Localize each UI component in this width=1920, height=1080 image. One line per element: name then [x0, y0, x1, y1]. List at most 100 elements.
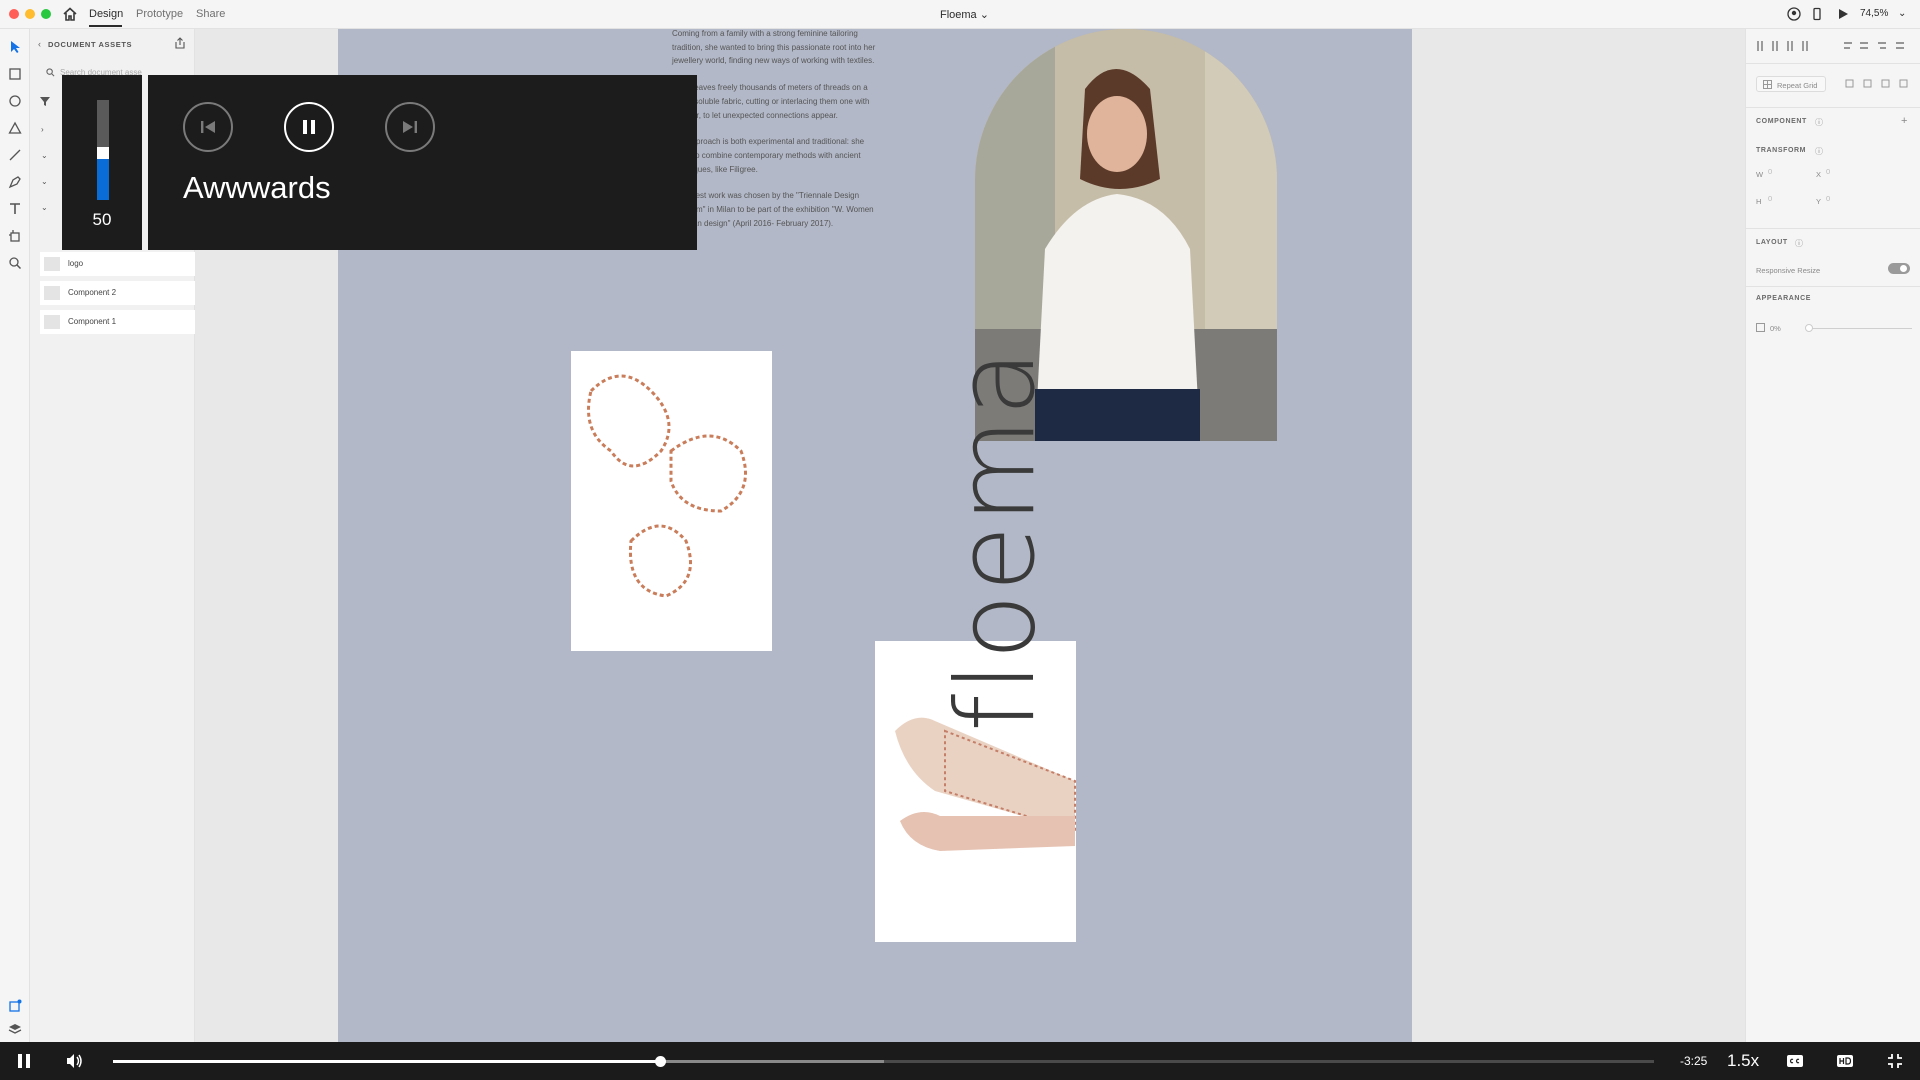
info-icon[interactable]: ⓘ	[1815, 146, 1823, 157]
close-window-button[interactable]	[9, 9, 19, 19]
tab-design[interactable]: Design	[89, 8, 123, 20]
repeat-grid-label: Repeat Grid	[1777, 81, 1818, 90]
component-item-component-2[interactable]: Component 2	[40, 281, 215, 305]
hd-quality-icon[interactable]	[1836, 1052, 1854, 1070]
width-label: W	[1756, 170, 1764, 179]
bio-paragraph: She weaves freely thousands of meters of…	[672, 83, 870, 120]
layout-section-label: LAYOUT	[1756, 239, 1788, 246]
next-track-button[interactable]	[385, 102, 435, 152]
bio-text-block[interactable]: Coming from a family with a strong femin…	[672, 29, 882, 243]
responsive-resize-toggle[interactable]	[1888, 263, 1910, 274]
filter-icon[interactable]	[38, 94, 52, 108]
x-label: X	[1816, 170, 1822, 179]
export-icon[interactable]	[174, 37, 186, 49]
section-chevron-icon[interactable]: ⌄	[41, 203, 48, 212]
app-window: Design Prototype Share Floema ⌄ 74,5% ⌄ …	[0, 0, 1920, 1080]
y-label: Y	[1816, 197, 1822, 206]
component-label: Component 1	[68, 317, 117, 326]
floema-vertical-logo[interactable]: floema	[934, 348, 1059, 732]
boolean-operations-icons[interactable]	[1844, 78, 1914, 90]
captions-icon[interactable]	[1786, 1052, 1804, 1070]
volume-icon[interactable]	[65, 1052, 83, 1070]
opacity-slider[interactable]	[1808, 328, 1912, 329]
seek-handle[interactable]	[655, 1056, 666, 1067]
opacity-icon	[1756, 323, 1765, 332]
back-chevron-icon[interactable]: ‹	[38, 39, 41, 49]
width-field[interactable]: 0	[1768, 167, 1772, 176]
section-chevron-icon[interactable]: ⌄	[41, 177, 48, 186]
text-tool-icon[interactable]	[8, 202, 22, 216]
bio-paragraph: Her latest work was chosen by the "Trien…	[672, 191, 874, 228]
volume-slider-handle[interactable]	[97, 147, 109, 159]
section-chevron-icon[interactable]: ›	[41, 125, 44, 134]
seek-progress	[113, 1060, 660, 1063]
pen-tool-icon[interactable]	[8, 175, 22, 189]
component-thumbnail	[44, 286, 60, 300]
artboard-tool-icon[interactable]	[8, 229, 22, 243]
divider	[1746, 63, 1920, 64]
zoom-level[interactable]: 74,5%	[1860, 8, 1888, 19]
component-thumbnail	[44, 257, 60, 271]
ellipse-tool-icon[interactable]	[8, 94, 22, 108]
align-vertical-icons[interactable]	[1756, 40, 1816, 52]
mobile-preview-icon[interactable]	[1810, 7, 1824, 21]
pause-icon	[303, 120, 315, 134]
repeat-grid-button[interactable]: Repeat Grid	[1756, 76, 1826, 92]
title-bar: Design Prototype Share Floema ⌄ 74,5% ⌄	[0, 0, 1920, 29]
info-icon[interactable]: ⓘ	[1815, 117, 1823, 128]
seek-bar[interactable]	[113, 1056, 1654, 1067]
skip-next-icon	[403, 121, 417, 133]
opacity-field[interactable]: 0%	[1770, 324, 1781, 333]
document-title[interactable]: Floema ⌄	[940, 8, 989, 21]
component-label: logo	[68, 259, 84, 268]
volume-level-fill	[97, 159, 109, 200]
home-icon[interactable]	[62, 6, 78, 22]
select-tool-icon[interactable]	[8, 40, 22, 54]
property-inspector: Repeat Grid COMPONENT ⓘ + TRANSFORM ⓘ W …	[1745, 29, 1920, 1042]
exit-fullscreen-icon[interactable]	[1886, 1052, 1904, 1070]
divider	[1746, 228, 1920, 229]
line-tool-icon[interactable]	[8, 148, 22, 162]
grid-icon	[1763, 80, 1772, 89]
search-icon	[46, 68, 55, 77]
component-label: Component 2	[68, 288, 117, 297]
lace-ornament-image	[587, 374, 747, 598]
media-controls-overlay: Awwwards	[148, 75, 697, 250]
section-chevron-icon[interactable]: ⌄	[41, 151, 48, 160]
polygon-tool-icon[interactable]	[8, 121, 22, 135]
zoom-tool-icon[interactable]	[8, 256, 22, 270]
video-player-bar: -3:25 1.5x	[0, 1042, 1920, 1080]
tab-prototype[interactable]: Prototype	[136, 8, 183, 20]
skip-previous-icon	[201, 121, 215, 133]
align-horizontal-icons[interactable]	[1842, 40, 1912, 52]
component-item-logo[interactable]: logo	[40, 252, 215, 276]
bio-paragraph: Her approach is both experimental and tr…	[672, 137, 865, 174]
rectangle-tool-icon[interactable]	[8, 67, 22, 81]
bio-paragraph: Coming from a family with a strong femin…	[672, 29, 876, 66]
add-component-icon[interactable]: +	[1901, 115, 1907, 127]
layers-icon[interactable]	[8, 1022, 22, 1036]
info-icon[interactable]: ⓘ	[1795, 238, 1803, 249]
volume-slider[interactable]	[97, 100, 109, 200]
time-remaining: -3:25	[1680, 1054, 1708, 1068]
play-preview-icon[interactable]	[1836, 7, 1850, 21]
playback-speed-button[interactable]: 1.5x	[1727, 1051, 1759, 1071]
jewellery-image-1[interactable]	[571, 351, 772, 651]
divider	[1746, 286, 1920, 287]
minimize-window-button[interactable]	[25, 9, 35, 19]
y-field[interactable]: 0	[1826, 194, 1830, 203]
pause-icon[interactable]	[15, 1052, 33, 1070]
x-field[interactable]: 0	[1826, 167, 1830, 176]
component-section-label: COMPONENT	[1756, 118, 1807, 125]
previous-track-button[interactable]	[183, 102, 233, 152]
component-item-component-1[interactable]: Component 1	[40, 310, 215, 334]
user-icon[interactable]	[1787, 7, 1801, 21]
zoom-dropdown-chevron-icon[interactable]: ⌄	[1898, 8, 1906, 19]
opacity-slider-handle[interactable]	[1805, 324, 1813, 332]
plugins-icon[interactable]	[8, 999, 22, 1013]
pause-button[interactable]	[284, 102, 334, 152]
maximize-window-button[interactable]	[41, 9, 51, 19]
tab-share[interactable]: Share	[196, 8, 225, 20]
volume-value: 50	[92, 210, 112, 229]
height-field[interactable]: 0	[1768, 194, 1772, 203]
